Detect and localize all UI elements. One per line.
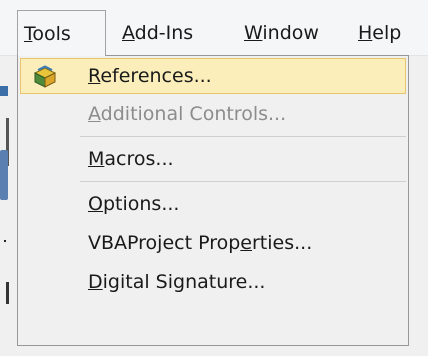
left-toolbar-fragment (0, 86, 8, 96)
menu-window-rest: indow (262, 22, 319, 44)
menu-separator (80, 136, 406, 137)
menu-item-references[interactable]: References... (20, 58, 406, 94)
macros-accel: M (88, 148, 105, 170)
menu-separator (80, 181, 406, 182)
menu-item-digital-signature[interactable]: Digital Signature... (20, 264, 406, 300)
menu-item-options[interactable]: Options... (20, 186, 406, 222)
menu-add-ins[interactable]: Add-Ins (116, 10, 226, 56)
digital-signature-accel: D (88, 271, 103, 293)
menu-item-vbaproject-properties[interactable]: VBAProject Properties... (20, 225, 406, 261)
left-panel-bar (6, 282, 9, 304)
menu-item-references-label: References... (88, 58, 212, 94)
references-post: eferences... (100, 65, 212, 87)
macros-post: acros... (104, 148, 174, 170)
menu-add-ins-rest: dd-Ins (134, 22, 194, 44)
menu-help-accel: H (358, 22, 373, 44)
menu-item-macros[interactable]: Macros... (20, 141, 406, 177)
menu-item-macros-label: Macros... (88, 141, 174, 177)
options-post: ptions... (102, 193, 180, 215)
menu-help-rest: elp (372, 22, 402, 44)
vbaproject-properties-pre: VBAProject Prop (88, 232, 241, 254)
additional-controls-post: dditional Controls... (100, 103, 287, 125)
menu-item-additional-controls[interactable]: Additional Controls... (20, 96, 406, 132)
menu-item-digital-signature-label: Digital Signature... (88, 264, 265, 300)
left-panel-mark (4, 240, 6, 242)
menu-window[interactable]: Window (238, 10, 342, 56)
digital-signature-post: igital Signature... (102, 271, 266, 293)
menu-tools-rest: ools (32, 23, 71, 45)
additional-controls-accel: A (88, 103, 101, 125)
menu-tools[interactable]: Tools (17, 10, 106, 56)
menu-window-accel: W (244, 22, 263, 44)
options-accel: O (88, 193, 103, 215)
tools-dropdown-menu: References... Additional Controls... Mac… (17, 55, 409, 346)
vbaproject-properties-post: rties... (251, 232, 313, 254)
references-accel: R (88, 65, 101, 87)
menu-help[interactable]: Help (352, 10, 426, 56)
vbaproject-properties-accel: e (240, 232, 252, 254)
vba-editor-window: Tools Add-Ins Window Help References... (0, 0, 428, 356)
menu-item-additional-controls-label: Additional Controls... (88, 96, 286, 132)
references-book-icon (32, 64, 58, 90)
menu-item-vbaproject-properties-label: VBAProject Properties... (88, 225, 312, 261)
menu-bar: Tools Add-Ins Window Help (0, 0, 428, 56)
menu-add-ins-accel: A (122, 22, 135, 44)
menu-item-options-label: Options... (88, 186, 179, 222)
left-panel-button-fragment (0, 150, 8, 200)
